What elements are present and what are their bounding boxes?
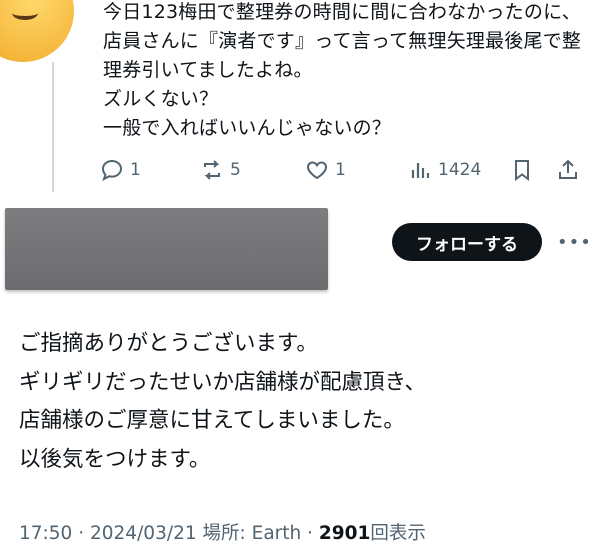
tweet-date[interactable]: 2024/03/21 [90,523,197,544]
bookmark-icon [515,160,529,181]
follow-button[interactable]: フォローする [392,223,542,261]
share-icon [559,159,577,179]
like-button[interactable]: 1 [305,158,346,182]
bookmark-button[interactable] [510,158,534,182]
thread-line [52,62,54,192]
main-tweet-text: ご指摘ありがとうございます。 ギリギリだったせいか店舗様が配慮頂き、 店舗様のご… [19,331,426,472]
like-count: 1 [335,160,346,180]
reply-icon [101,159,123,182]
reply-count: 1 [130,160,141,180]
retweet-button[interactable]: 5 [200,158,241,182]
share-button[interactable] [556,158,580,182]
like-icon [307,161,327,180]
redacted-author-block [5,208,328,290]
views-button[interactable]: 1424 [408,158,481,182]
views-count: 1424 [438,160,482,180]
retweet-count: 5 [230,160,241,180]
avatar[interactable] [0,0,74,62]
tweet-time[interactable]: 17:50 [19,523,72,544]
reply-tweet-text: 今日123梅田で整理券の時間に間に合わなかったのに、店員さんに『演者です』って言… [103,1,582,139]
tweet-views-suffix: 回表示 [370,523,426,544]
reply-button[interactable]: 1 [100,158,141,182]
more-options-icon[interactable]: ••• [557,232,592,253]
tweet-meta: 17:50 · 2024/03/21 場所: Earth · 2901回表示 [19,523,426,544]
avatar-eye [12,6,38,20]
tweet-location[interactable]: 場所: Earth [203,523,302,544]
retweet-icon [204,160,220,180]
reply-tweet-actions: 1 5 1 1424 [100,155,585,185]
tweet-views-count: 2901 [318,523,371,544]
views-icon [411,163,430,178]
